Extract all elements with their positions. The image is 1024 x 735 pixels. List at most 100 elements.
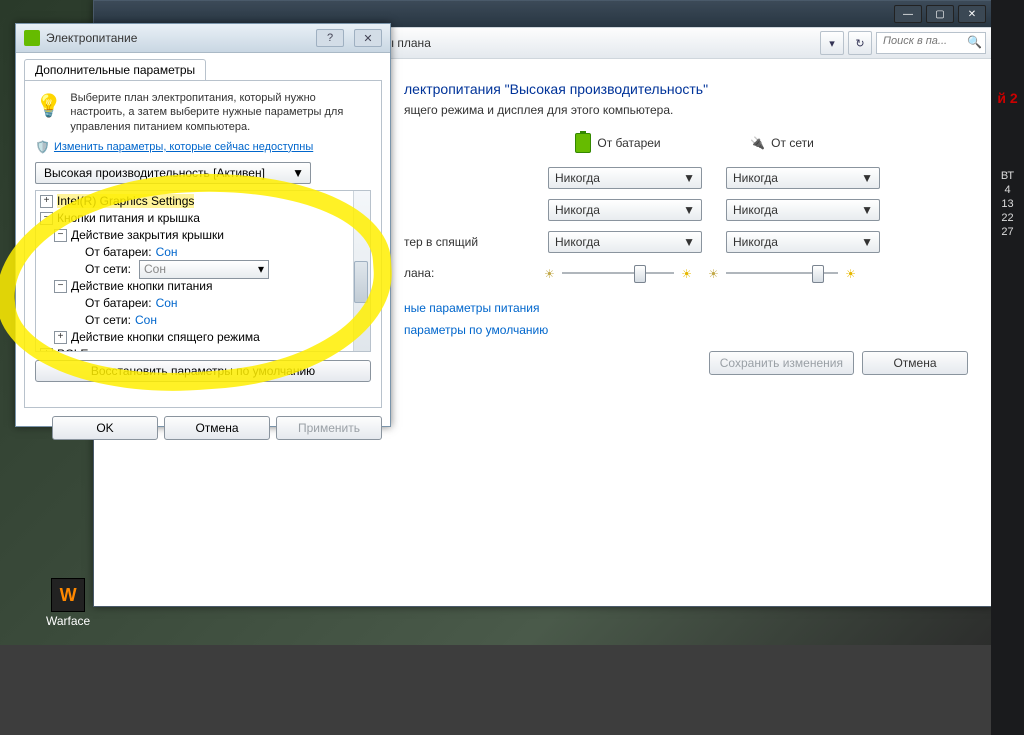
save-button[interactable]: Сохранить изменения [709, 351, 854, 375]
dropdown-value: Никогда [555, 235, 600, 249]
search-box[interactable]: 🔍 [876, 32, 986, 54]
tree-value[interactable]: Сон [156, 245, 178, 259]
brightness-battery-slider[interactable]: ☀ ☀ [548, 263, 688, 283]
dropdown-value: Никогда [555, 203, 600, 217]
tree-label: Действие закрытия крышки [71, 228, 224, 242]
desktop-icon-label: Warface [46, 614, 90, 628]
tree-node-sleep-button[interactable]: + Действие кнопки спящего режима [40, 329, 370, 346]
tree-node-power-buttons-lid[interactable]: − Кнопки питания и крышка [40, 210, 370, 227]
chevron-down-icon: ▼ [683, 171, 695, 185]
dropdown-value: Никогда [733, 171, 778, 185]
expand-icon[interactable]: + [54, 331, 67, 344]
overlay-tag: й 2 [997, 90, 1017, 106]
tab-advanced[interactable]: Дополнительные параметры [24, 59, 206, 80]
dropdown-value: Никогда [733, 203, 778, 217]
cancel-button[interactable]: Отмена [862, 351, 968, 375]
tree-value[interactable]: Сон [156, 296, 178, 310]
intro-text: Выберите план электропитания, который ну… [70, 91, 371, 134]
sun-bright-icon: ☀ [681, 267, 692, 281]
power-options-dialog: Электропитание ? ✕ Дополнительные параме… [15, 23, 391, 427]
chevron-down-icon: ▾ [258, 262, 264, 276]
tree-node-pci-express[interactable]: + PCI Express [40, 346, 370, 352]
addressbar-dropdown-button[interactable]: ▾ [820, 31, 844, 55]
plug-icon: 🔌 [750, 136, 765, 150]
search-icon: 🔍 [967, 35, 982, 49]
overlay-stat: 22 [1001, 212, 1013, 224]
tree-leaf-power-ac[interactable]: От сети: Сон [40, 312, 370, 329]
row4-label: лана: [404, 266, 524, 280]
overlay-stat: 27 [1001, 226, 1013, 238]
minimize-button[interactable]: — [894, 5, 922, 23]
settings-tree: + Intel(R) Graphics Settings − Кнопки пи… [35, 190, 371, 352]
tree-leaf-lid-ac[interactable]: От сети: Сон ▾ [40, 261, 370, 278]
expand-icon[interactable]: + [40, 195, 53, 208]
brightness-ac-slider[interactable]: ☀ ☀ [712, 263, 852, 283]
tree-leaf-power-battery[interactable]: От батареи: Сон [40, 295, 370, 312]
close-button[interactable]: ✕ [958, 5, 986, 23]
overlay-stat: 4 [1004, 184, 1010, 196]
row1-ac-dropdown[interactable]: Никогда ▼ [726, 167, 880, 189]
tree-node-lid-close[interactable]: − Действие закрытия крышки [40, 227, 370, 244]
ok-button[interactable]: OK [52, 416, 158, 440]
chevron-down-icon: ▼ [861, 235, 873, 249]
advanced-settings-link[interactable]: ные параметры питания [404, 301, 968, 315]
chevron-down-icon: ▼ [861, 203, 873, 217]
collapse-icon[interactable]: − [40, 212, 53, 225]
expand-icon[interactable]: + [40, 348, 53, 352]
game-overlay-strip: й 2 ВТ 4 13 22 27 [991, 0, 1024, 735]
app-icon: W [51, 578, 85, 612]
row1-battery-dropdown[interactable]: Никогда ▼ [548, 167, 702, 189]
overlay-stat: ВТ [1001, 170, 1014, 182]
tree-node-intel-graphics[interactable]: + Intel(R) Graphics Settings [40, 193, 370, 210]
restore-defaults-button[interactable]: Восстановить параметры по умолчанию [35, 360, 371, 382]
tree-label: Действие кнопки питания [71, 279, 213, 293]
overlay-stat: 13 [1001, 198, 1013, 210]
tree-label: Intel(R) Graphics Settings [57, 194, 194, 208]
search-input[interactable] [881, 34, 965, 48]
page-title: лектропитания "Высокая производительност… [404, 81, 968, 97]
dialog-close-button[interactable]: ✕ [354, 29, 382, 47]
page-subtitle: ящего режима и дисплея для этого компьют… [404, 103, 968, 117]
dialog-cancel-button[interactable]: Отмена [164, 416, 270, 440]
restore-defaults-link[interactable]: параметры по умолчанию [404, 323, 968, 337]
row2-ac-dropdown[interactable]: Никогда ▼ [726, 199, 880, 221]
lid-ac-dropdown[interactable]: Сон ▾ [139, 260, 269, 279]
tree-label: PCI Express [57, 347, 124, 352]
scrollbar-thumb[interactable] [354, 261, 368, 303]
tree-leaf-lid-battery[interactable]: От батареи: Сон [40, 244, 370, 261]
apply-button[interactable]: Применить [276, 416, 382, 440]
dropdown-value: Сон [144, 262, 166, 276]
collapse-icon[interactable]: − [54, 280, 67, 293]
battery-icon [575, 133, 591, 153]
desktop-icon-warface[interactable]: W Warface [46, 578, 90, 628]
tree-label: От батареи: [85, 245, 152, 259]
sun-bright-icon: ☀ [845, 267, 856, 281]
col-battery-label: От батареи [597, 136, 660, 150]
row3-battery-dropdown[interactable]: Никогда ▼ [548, 231, 702, 253]
chevron-down-icon: ▼ [861, 171, 873, 185]
dialog-title: Электропитание [46, 31, 306, 45]
tree-label: От батареи: [85, 296, 152, 310]
tree-value[interactable]: Сон [135, 313, 157, 327]
refresh-button[interactable]: ↻ [848, 31, 872, 55]
help-button[interactable]: ? [316, 29, 344, 47]
plan-dropdown[interactable]: Высокая производительность [Активен] ▼ [35, 162, 311, 184]
chevron-down-icon: ▼ [683, 235, 695, 249]
collapse-icon[interactable]: − [54, 229, 67, 242]
maximize-button[interactable]: ▢ [926, 5, 954, 23]
dropdown-value: Никогда [733, 235, 778, 249]
sun-dim-icon: ☀ [544, 267, 555, 281]
tree-label: От сети: [85, 313, 131, 327]
tree-label: Действие кнопки спящего режима [71, 330, 260, 344]
dropdown-value: Никогда [555, 171, 600, 185]
row3-ac-dropdown[interactable]: Никогда ▼ [726, 231, 880, 253]
unavailable-settings-link[interactable]: Изменить параметры, которые сейчас недос… [54, 141, 313, 153]
dialog-titlebar: Электропитание ? ✕ [16, 24, 390, 53]
tree-scrollbar[interactable] [353, 191, 370, 351]
chevron-down-icon: ▼ [292, 166, 304, 180]
shield-icon: 🛡️ [35, 140, 50, 154]
tree-node-power-button[interactable]: − Действие кнопки питания [40, 278, 370, 295]
power-icon [24, 30, 40, 46]
row2-battery-dropdown[interactable]: Никогда ▼ [548, 199, 702, 221]
lightbulb-icon: 💡 [35, 91, 62, 121]
